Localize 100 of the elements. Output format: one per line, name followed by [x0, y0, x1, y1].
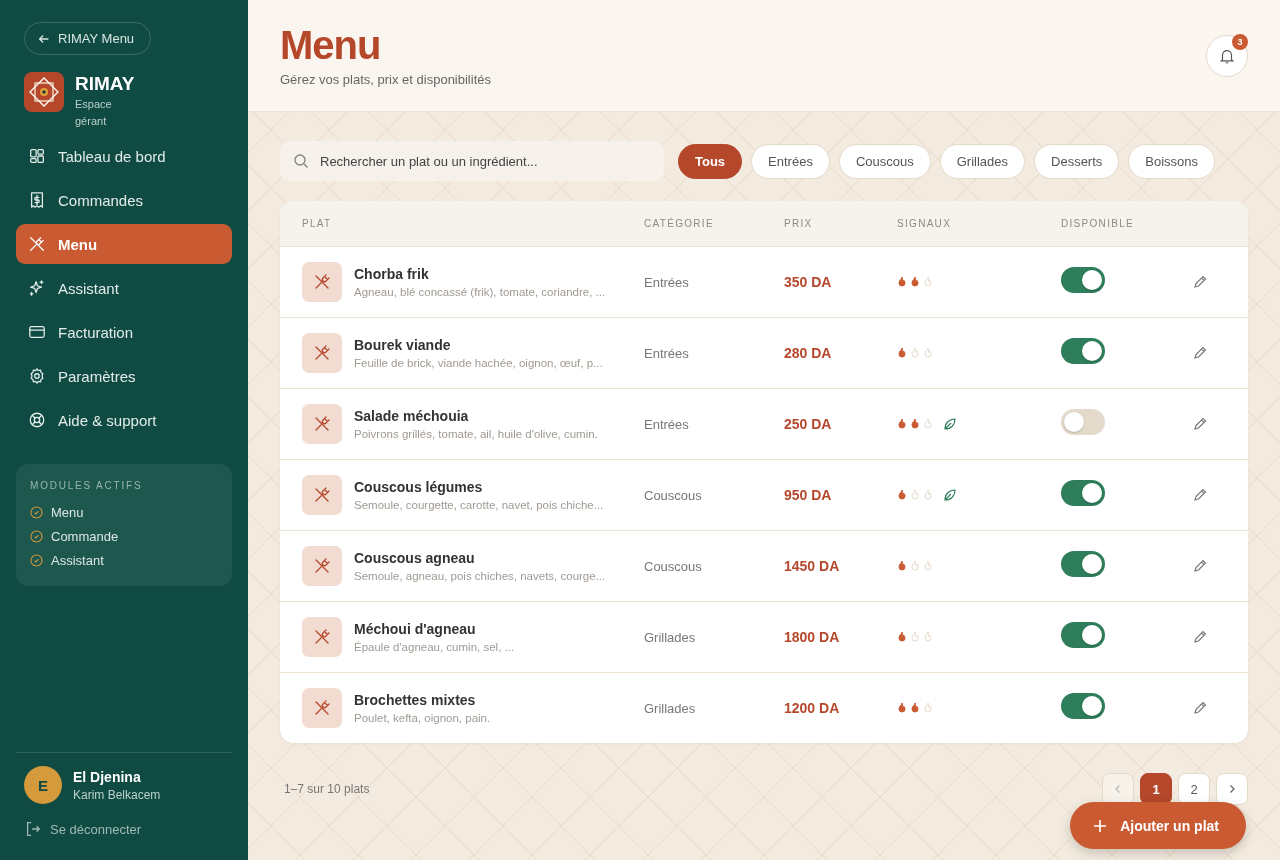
logo-icon: [24, 72, 64, 112]
brand-name: RIMAY: [75, 72, 135, 96]
column-header: PRIX: [784, 218, 814, 229]
pencil-icon: [1192, 558, 1208, 574]
price-text: 350 DA: [784, 274, 833, 290]
module-label: Commande: [51, 529, 119, 544]
dish-name: Bourek viande: [354, 337, 452, 353]
flame-icon: [910, 418, 920, 430]
utensils-icon: [302, 688, 342, 728]
flame-icon: [910, 489, 920, 501]
page-title: Menu: [280, 22, 382, 68]
filter-chip[interactable]: Couscous: [838, 143, 931, 179]
utensils-icon: [302, 333, 342, 373]
category-text: Entrées: [644, 274, 690, 290]
availability-toggle[interactable]: [1061, 267, 1105, 293]
notification-badge: 3: [1232, 34, 1248, 50]
category-text: Couscous: [644, 487, 703, 503]
flame-icon: [923, 560, 933, 572]
price-text: 1800 DA: [784, 629, 841, 645]
dish-ingredients: Agneau, blé concassé (frik), tomate, coriandre, ...: [354, 286, 606, 298]
dish-name: Couscous légumes: [354, 479, 484, 495]
notifications-button[interactable]: 3: [1206, 35, 1248, 77]
pencil-icon: [1192, 274, 1208, 290]
availability-toggle[interactable]: [1061, 480, 1105, 506]
dish-name: Chorba frik: [354, 266, 430, 282]
availability-toggle[interactable]: [1061, 338, 1105, 364]
flame-icon: [910, 560, 920, 572]
pencil-icon: [1192, 345, 1208, 361]
search-icon: [293, 153, 309, 169]
nav-item[interactable]: Facturation: [16, 312, 232, 352]
flame-icon: [897, 560, 907, 572]
search-field[interactable]: Rechercher un plat ou un ingrédient...: [280, 141, 664, 181]
flame-icon: [897, 489, 907, 501]
flame-icon: [910, 276, 920, 288]
filter-chip[interactable]: Grillades: [939, 143, 1025, 179]
page-button[interactable]: 1: [1140, 773, 1172, 805]
flame-icon: [910, 631, 920, 643]
utensils-icon: [302, 475, 342, 515]
pencil-icon: [1192, 416, 1208, 432]
user-subtitle: Karim Belkacem: [73, 787, 161, 802]
nav-item[interactable]: Commandes: [16, 180, 232, 220]
bell-icon: [1218, 47, 1236, 65]
brand-subtitle: Espace: [75, 97, 113, 112]
filter-chip[interactable]: Entrées: [751, 143, 830, 179]
availability-toggle[interactable]: [1061, 409, 1105, 435]
nav-item[interactable]: Paramètres: [16, 356, 232, 396]
price-text: 950 DA: [784, 487, 833, 503]
grid-icon: [28, 147, 46, 165]
price-text: 250 DA: [784, 416, 833, 432]
previous-page-button[interactable]: [1102, 773, 1134, 805]
nav-item[interactable]: Aide & support: [16, 400, 232, 440]
nav-item[interactable]: Tableau de bord: [16, 136, 232, 176]
dish-ingredients: Poulet, kefta, oignon, pain.: [354, 712, 491, 724]
lifebuoy-icon: [28, 411, 46, 429]
category-text: Grillades: [644, 629, 697, 645]
flame-icon: [910, 702, 920, 714]
utensils-icon: [302, 617, 342, 657]
price-text: 1450 DA: [784, 558, 841, 574]
availability-toggle[interactable]: [1061, 551, 1105, 577]
plus-icon: [1092, 817, 1109, 834]
dish-ingredients: Feuille de brick, viande hachée, oignon, œuf, p...: [354, 357, 603, 369]
availability-toggle[interactable]: [1061, 693, 1105, 719]
column-header: DISPONIBLE: [1061, 218, 1136, 229]
filter-chip[interactable]: Boissons: [1128, 143, 1216, 179]
logout-button[interactable]: Se déconnecter: [24, 820, 142, 838]
flame-icon: [923, 631, 933, 643]
next-page-button[interactable]: [1216, 773, 1248, 805]
filter-chip[interactable]: Tous: [678, 143, 743, 179]
dish-name: Salade méchouia: [354, 408, 470, 424]
add-dish-button[interactable]: Ajouter un plat: [1070, 802, 1246, 849]
flame-icon: [923, 418, 933, 430]
flame-icon: [923, 347, 933, 359]
page-button[interactable]: 2: [1178, 773, 1210, 805]
utensils-icon: [302, 546, 342, 586]
flame-icon: [923, 276, 933, 288]
utensils-icon: [28, 235, 46, 253]
module-label: Assistant: [51, 553, 104, 568]
flame-icon: [897, 631, 907, 643]
utensils-icon: [302, 404, 342, 444]
nav-item[interactable]: Assistant: [16, 268, 232, 308]
avatar: E: [24, 766, 62, 804]
category-text: Entrées: [644, 345, 690, 361]
utensils-icon: [302, 262, 342, 302]
dish-name: Couscous agneau: [354, 550, 476, 566]
pagination-summary: 1–7 sur 10 plats: [284, 782, 370, 796]
logout-icon: [24, 820, 42, 838]
sparkles-icon: [28, 279, 46, 297]
category-text: Grillades: [644, 700, 697, 716]
chevron-right-icon: [1227, 784, 1237, 794]
chevron-left-icon: [1113, 784, 1123, 794]
dish-name: Brochettes mixtes: [354, 692, 477, 708]
flame-icon: [897, 276, 907, 288]
flame-icon: [897, 418, 907, 430]
flame-icon: [897, 347, 907, 359]
flame-icon: [910, 347, 920, 359]
availability-toggle[interactable]: [1061, 622, 1105, 648]
nav-item[interactable]: Menu: [16, 224, 232, 264]
flame-icon: [923, 489, 933, 501]
filter-chip[interactable]: Desserts: [1034, 143, 1120, 179]
settings-icon: [28, 367, 46, 385]
